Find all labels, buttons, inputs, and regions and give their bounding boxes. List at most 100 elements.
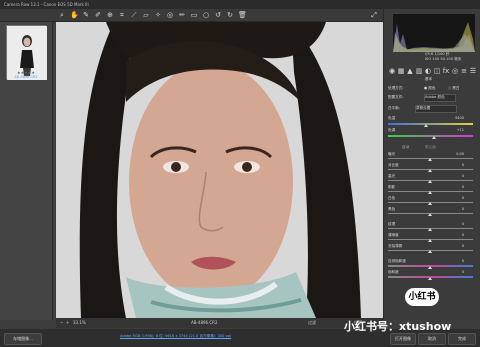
calibration-tab-icon[interactable]: ◎: [451, 67, 459, 75]
highlights-slider-thumb[interactable]: [428, 180, 432, 183]
treatment-label: 处理方式:: [388, 86, 404, 90]
wb-label: 白平衡:: [388, 106, 400, 110]
contrast-label: 对比度: [388, 163, 399, 167]
image-canvas[interactable]: [56, 22, 383, 318]
whites-slider-thumb[interactable]: [428, 202, 432, 205]
open-image-button[interactable]: 打开图像: [390, 333, 416, 345]
histogram-graph: [393, 14, 475, 52]
vibrance-slider-thumb[interactable]: [428, 266, 432, 269]
workflow-info-link[interactable]: Adobe RGB (1998); 8 位; 5616 x 3744 (21.0…: [120, 334, 320, 339]
treatment-bw-radio[interactable]: ○ 黑白: [448, 86, 459, 91]
transform-tool-icon[interactable]: ▱: [142, 11, 150, 19]
hsl-tab-icon[interactable]: ▥: [415, 67, 423, 75]
white-balance-tool-icon[interactable]: ✎: [82, 11, 90, 19]
auto-button[interactable]: 自动: [402, 145, 409, 150]
cancel-button[interactable]: 取消: [418, 333, 446, 345]
profile-select[interactable]: Adobe 颜色: [424, 94, 456, 102]
blacks-label: 黑色: [388, 207, 396, 211]
trash-icon[interactable]: 🗑: [238, 11, 247, 19]
status-filename: AB-4896.CR2: [191, 320, 218, 325]
watermark-text: 小红书号：xtushow: [344, 320, 452, 333]
whites-value[interactable]: 0: [450, 196, 464, 200]
highlights-value[interactable]: 0: [450, 174, 464, 178]
wb-select[interactable]: 原照设置: [415, 105, 457, 113]
crop-tool-icon[interactable]: ⌗: [118, 11, 126, 19]
profile-label: 配置文件:: [388, 95, 404, 99]
tint-value[interactable]: +11: [450, 128, 464, 132]
section-title: 基本: [425, 77, 433, 81]
default-button[interactable]: 默认值: [425, 145, 436, 150]
wb-value: 原照设置: [416, 106, 431, 110]
readout-line-2: ISO 100 50-100 毫米: [425, 57, 462, 61]
treatment-color-label: 颜色: [428, 86, 436, 90]
save-image-button[interactable]: 存储图像...: [4, 333, 42, 345]
texture-value[interactable]: 0: [450, 222, 464, 226]
color-sampler-icon[interactable]: ✐: [94, 11, 102, 19]
straighten-tool-icon[interactable]: ⟋: [130, 11, 138, 19]
vibrance-value[interactable]: 0: [450, 259, 464, 263]
snapshots-tab-icon[interactable]: ☰: [469, 67, 477, 75]
blacks-value[interactable]: 0: [450, 207, 464, 211]
temp-slider[interactable]: [388, 123, 473, 125]
status-bar: − + 33.1% AB-4896.CR2 过滤 排序: [56, 318, 383, 328]
filter-label[interactable]: 过滤: [308, 318, 316, 328]
shadows-value[interactable]: 0: [450, 185, 464, 189]
clarity-slider-thumb[interactable]: [428, 239, 432, 242]
thumbnail-label: ★★★★★ AB-4896.CR2: [6, 70, 46, 79]
hand-tool-icon[interactable]: ✋: [70, 11, 79, 19]
tint-slider[interactable]: [388, 135, 473, 137]
watermark-badge: 小红书: [405, 288, 439, 306]
contrast-slider-thumb[interactable]: [428, 169, 432, 172]
panel-tab-strip: ◉ ▦ ▲ ▥ ◐ ◫ fx ◎ ≡ ☰: [388, 67, 478, 75]
texture-label: 纹理: [388, 222, 396, 226]
done-button[interactable]: 完成: [448, 333, 476, 345]
camera-readout: f/5.6 1/100 秒 ISO 100 50-100 毫米: [425, 52, 480, 62]
thumbnail-filename: AB-4896.CR2: [14, 75, 38, 79]
blacks-slider-thumb[interactable]: [428, 213, 432, 216]
radial-filter-icon[interactable]: ○: [202, 11, 210, 19]
texture-slider-thumb[interactable]: [428, 228, 432, 231]
tone-curve-tab-icon[interactable]: ▦: [397, 67, 405, 75]
histogram: [393, 14, 475, 52]
red-eye-icon[interactable]: ◎: [166, 11, 174, 19]
shadows-label: 阴影: [388, 185, 396, 189]
temp-slider-thumb[interactable]: [424, 124, 428, 127]
effects-tab-icon[interactable]: fx: [442, 67, 450, 75]
rotate-left-icon[interactable]: ↺: [214, 11, 222, 19]
lens-tab-icon[interactable]: ◫: [433, 67, 441, 75]
shadows-slider-thumb[interactable]: [428, 191, 432, 194]
tint-slider-thumb[interactable]: [432, 136, 436, 139]
dehaze-value[interactable]: 0: [450, 244, 464, 248]
clarity-label: 清晰度: [388, 233, 399, 237]
fullscreen-icon[interactable]: ⤢: [370, 11, 378, 19]
window-title: Camera Raw 13.1 - Canon EOS 5D Mark III: [4, 2, 89, 7]
temp-value[interactable]: 5400: [450, 116, 464, 120]
exposure-slider-thumb[interactable]: [428, 158, 432, 161]
contrast-value[interactable]: 0: [450, 163, 464, 167]
detail-tab-icon[interactable]: ▲: [406, 67, 414, 75]
saturation-slider-thumb[interactable]: [428, 277, 432, 280]
clarity-value[interactable]: 0: [450, 233, 464, 237]
split-toning-tab-icon[interactable]: ◐: [424, 67, 432, 75]
saturation-label: 饱和度: [388, 270, 399, 274]
zoom-tool-icon[interactable]: ⌕: [58, 11, 66, 19]
gradient-filter-icon[interactable]: ▭: [190, 11, 198, 19]
zoom-plus-button[interactable]: +: [66, 318, 69, 328]
spot-removal-icon[interactable]: ✧: [154, 11, 162, 19]
treatment-color-radio[interactable]: ● 颜色: [424, 86, 435, 91]
rotate-right-icon[interactable]: ↻: [226, 11, 234, 19]
basic-tab-icon[interactable]: ◉: [388, 67, 396, 75]
presets-tab-icon[interactable]: ≡: [460, 67, 468, 75]
portrait-photo: [56, 22, 383, 318]
window-titlebar: Camera Raw 13.1 - Canon EOS 5D Mark III: [0, 0, 480, 9]
brush-tool-icon[interactable]: ✏: [178, 11, 186, 19]
zoom-level[interactable]: 33.1%: [73, 318, 86, 328]
temp-label: 色温: [388, 116, 396, 120]
exposure-value[interactable]: 0.00: [450, 152, 464, 156]
exposure-label: 曝光: [388, 152, 396, 156]
zoom-minus-button[interactable]: −: [60, 318, 63, 328]
target-adjust-icon[interactable]: ⊕: [106, 11, 114, 19]
dehaze-slider-thumb[interactable]: [428, 250, 432, 253]
tint-label: 色调: [388, 128, 396, 132]
saturation-value[interactable]: 0: [450, 270, 464, 274]
